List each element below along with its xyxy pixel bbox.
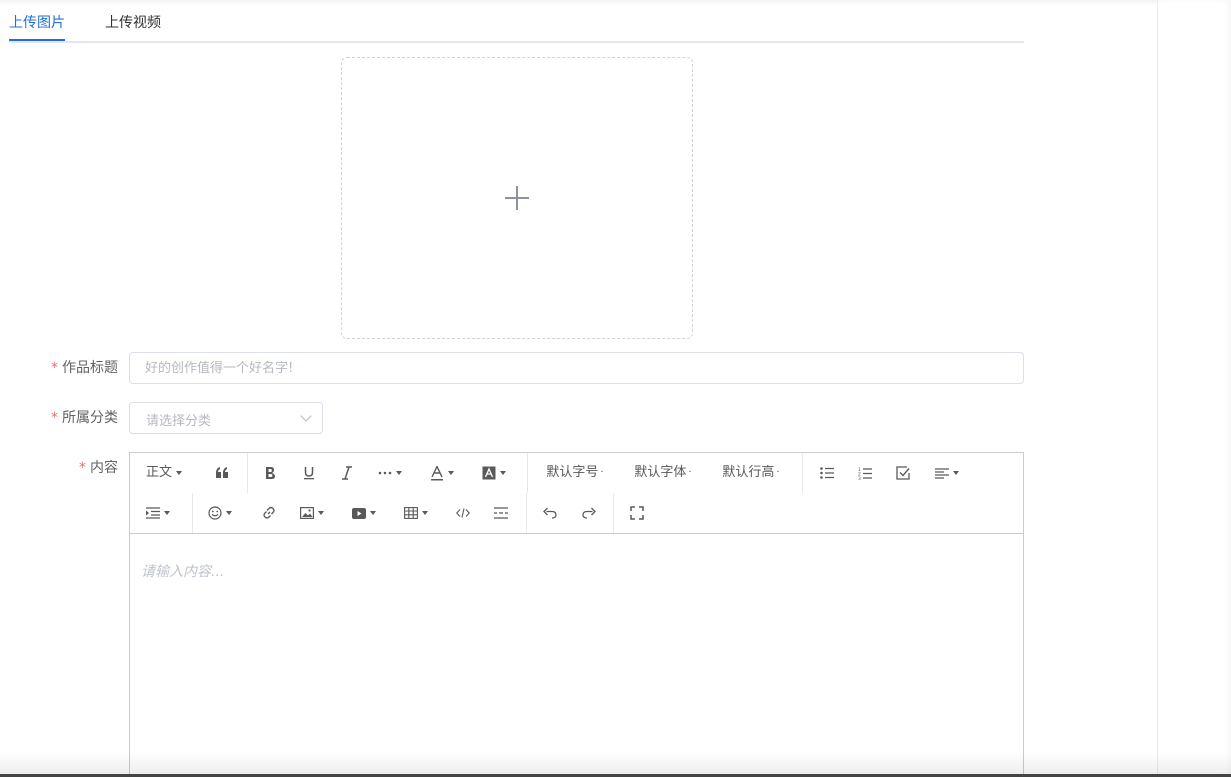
- category-select[interactable]: 请选择分类: [129, 402, 323, 434]
- indent-icon[interactable]: [142, 500, 174, 526]
- more-style-icon[interactable]: [373, 460, 407, 486]
- svg-text:3: 3: [858, 476, 861, 480]
- plus-icon: [505, 186, 529, 210]
- bulleted-list-icon[interactable]: [814, 460, 840, 486]
- bold-icon[interactable]: [257, 460, 283, 486]
- todo-checkbox-icon[interactable]: [890, 460, 916, 486]
- underline-icon[interactable]: [296, 460, 322, 486]
- editor-content[interactable]: 请输入内容...: [130, 535, 1023, 777]
- font-family-menu[interactable]: 默认字体 ·: [630, 460, 696, 486]
- paragraph-menu[interactable]: 正文: [140, 460, 188, 486]
- font-color-icon[interactable]: [426, 460, 458, 486]
- font-family-label: 默认字体: [634, 465, 687, 480]
- font-size-menu[interactable]: 默认字号 ·: [542, 460, 608, 486]
- blockquote-icon[interactable]: [208, 460, 236, 486]
- right-gutter: [1157, 0, 1231, 777]
- code-block-icon[interactable]: [450, 500, 476, 526]
- editor-toolbar: 正文 默认字号 · 默认字体 · 默认行高 · 1 2 3: [130, 453, 1023, 534]
- content-label: * 内容: [79, 460, 118, 476]
- divider-icon[interactable]: [488, 500, 514, 526]
- numbered-list-icon[interactable]: 123: [852, 460, 878, 486]
- table-icon[interactable]: [400, 500, 432, 526]
- undo-icon[interactable]: [537, 500, 563, 526]
- rich-text-editor: 正文 默认字号 · 默认字体 · 默认行高 · 1 2 3 请输入内容...: [129, 452, 1024, 777]
- paragraph-label: 正文: [145, 465, 172, 480]
- background-color-icon[interactable]: [478, 460, 510, 486]
- upload-tabs: 上传图片 上传视频: [9, 0, 1024, 43]
- align-icon[interactable]: [930, 460, 964, 486]
- fullscreen-icon[interactable]: [624, 500, 650, 526]
- title-label: * 作品标题: [51, 360, 118, 376]
- line-height-label: 默认行高: [722, 465, 775, 480]
- image-uploader[interactable]: [341, 57, 693, 339]
- chevron-down-icon: [300, 410, 312, 422]
- redo-icon[interactable]: [576, 500, 602, 526]
- category-placeholder: 请选择分类: [146, 414, 212, 429]
- video-icon[interactable]: [348, 500, 380, 526]
- font-size-label: 默认字号: [546, 465, 599, 480]
- tab-upload-image[interactable]: 上传图片: [9, 13, 65, 33]
- tab-active-indicator: [9, 39, 65, 41]
- emoji-icon[interactable]: [204, 500, 236, 526]
- italic-icon[interactable]: [334, 460, 360, 486]
- editor-placeholder: 请输入内容...: [141, 564, 225, 580]
- tab-upload-video[interactable]: 上传视频: [105, 13, 161, 33]
- title-input[interactable]: [129, 352, 1024, 384]
- category-label: * 所属分类: [51, 410, 118, 426]
- image-icon[interactable]: [296, 500, 328, 526]
- link-icon[interactable]: [256, 500, 282, 526]
- line-height-menu[interactable]: 默认行高 ·: [718, 460, 784, 486]
